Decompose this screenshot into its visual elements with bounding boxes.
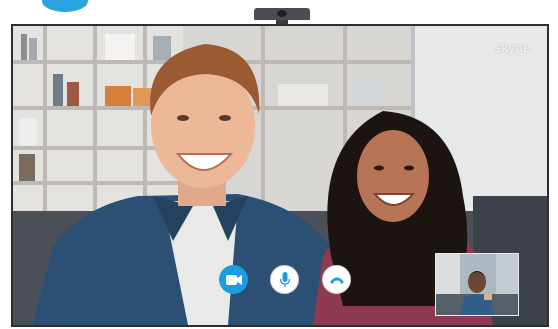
video-toggle-button[interactable] — [219, 265, 248, 294]
video-camera-icon — [225, 274, 242, 286]
webcam-device — [254, 8, 310, 20]
self-view-thumbnail[interactable] — [435, 253, 519, 316]
mute-microphone-button[interactable] — [270, 265, 299, 294]
tv-screen: skype — [11, 24, 549, 327]
skype-logo-fragment — [42, 0, 88, 12]
self-view-feed — [436, 254, 518, 315]
end-call-button[interactable] — [322, 265, 351, 294]
end-call-icon — [329, 275, 345, 285]
microphone-icon — [279, 271, 290, 288]
skype-brand-label: skype — [494, 40, 531, 55]
